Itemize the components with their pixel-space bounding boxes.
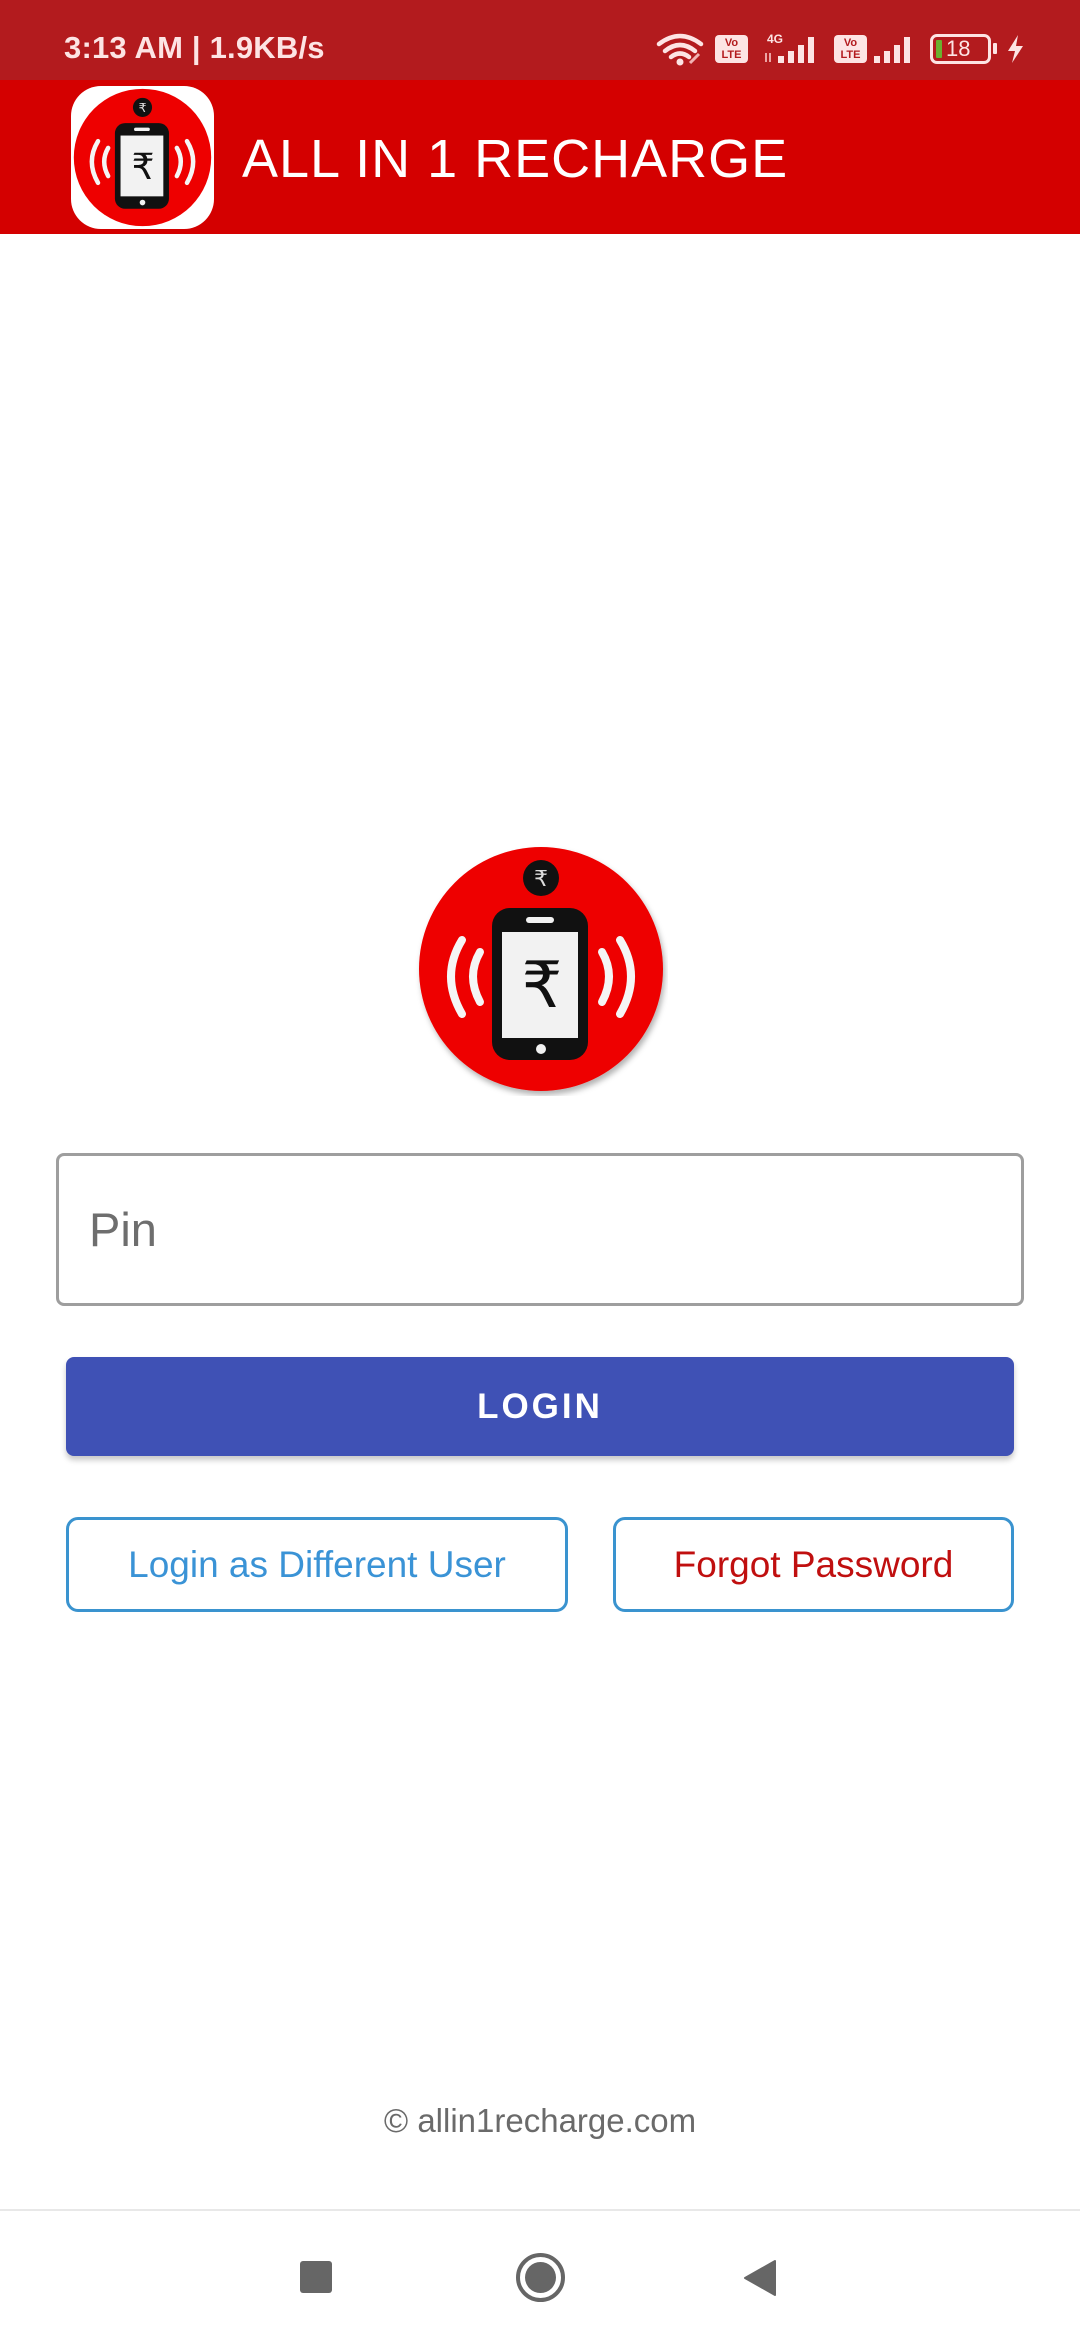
pin-field[interactable] <box>56 1153 1024 1306</box>
status-bar: 3:13 AM | 1.9KB/s Vo LTE 4G Vo LTE 18 <box>0 0 1080 80</box>
battery-fill <box>936 40 942 58</box>
battery-level: 18 <box>946 36 971 61</box>
volte-icon: Vo LTE <box>715 35 748 63</box>
svg-text:₹: ₹ <box>139 101 147 115</box>
app-bar: ₹ ₹ ALL IN 1 RECHARGE <box>0 80 1080 234</box>
home-icon[interactable] <box>516 2253 565 2302</box>
status-icons: Vo LTE 4G Vo LTE 18 <box>620 0 1080 80</box>
phone-rupee-logo-icon: ₹ ₹ <box>419 847 663 1091</box>
charging-icon <box>1008 35 1023 63</box>
forgot-password-button[interactable]: Forgot Password <box>613 1517 1014 1612</box>
volte-label-bottom: LTE <box>840 49 861 61</box>
svg-text:₹: ₹ <box>132 147 155 188</box>
volte-label-top: Vo <box>843 37 858 49</box>
system-nav-bar <box>0 2209 1080 2340</box>
volte-label-bottom: LTE <box>721 49 742 61</box>
login-different-user-button[interactable]: Login as Different User <box>66 1517 568 1612</box>
status-time-speed: 3:13 AM | 1.9KB/s <box>64 30 325 65</box>
center-logo: ₹ ₹ <box>414 842 668 1096</box>
svg-text:₹: ₹ <box>522 949 563 1023</box>
volte-label-top: Vo <box>724 37 739 49</box>
phone-rupee-logo-icon: ₹ ₹ <box>73 88 212 227</box>
back-icon[interactable] <box>743 2259 777 2297</box>
battery-tip <box>993 43 997 54</box>
pin-input[interactable] <box>59 1156 1021 1303</box>
recents-icon[interactable] <box>300 2261 332 2293</box>
login-button[interactable]: LOGIN <box>66 1357 1014 1456</box>
signal-icon <box>874 37 910 63</box>
wifi-icon <box>656 33 704 66</box>
battery-icon: 18 <box>930 34 991 64</box>
svg-text:₹: ₹ <box>534 867 548 892</box>
app-title: ALL IN 1 RECHARGE <box>242 129 789 189</box>
home-icon-inner <box>525 2262 556 2293</box>
volte-icon: Vo LTE <box>834 35 867 63</box>
app-logo: ₹ ₹ <box>71 86 214 229</box>
signal-4g-icon <box>765 37 814 63</box>
copyright-text: © allin1recharge.com <box>383 2102 697 2139</box>
